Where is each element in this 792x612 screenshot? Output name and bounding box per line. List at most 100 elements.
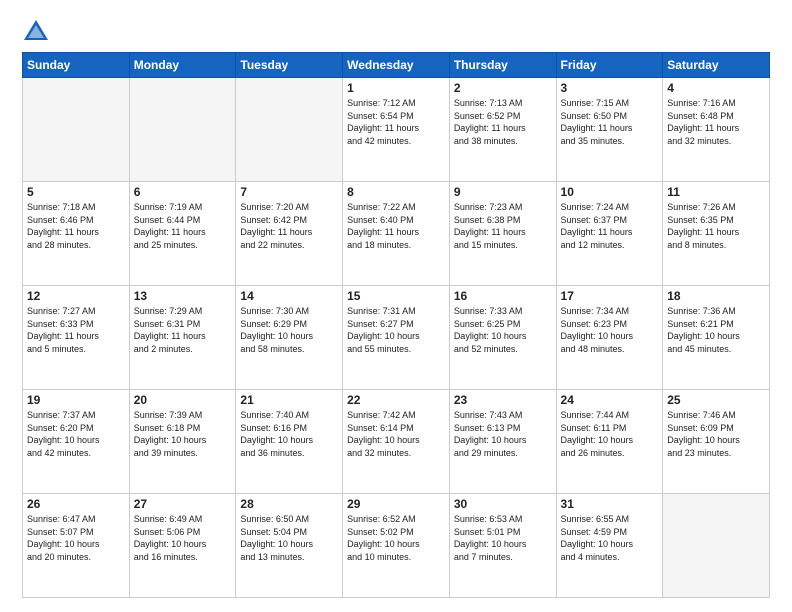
day-number: 20 <box>134 393 232 407</box>
day-number: 29 <box>347 497 445 511</box>
calendar-cell: 18 Sunrise: 7:36 AM Sunset: 6:21 PM Dayli… <box>663 286 770 390</box>
calendar-cell: 9Sunrise: 7:23 AM Sunset: 6:38 PM Daylig… <box>449 182 556 286</box>
calendar-cell: 11 Sunrise: 7:26 AM Sunset: 6:35 PM Dayli… <box>663 182 770 286</box>
page: SundayMondayTuesdayWednesdayThursdayFrid… <box>0 0 792 612</box>
calendar-cell: 3 Sunrise: 7:15 AM Sunset: 6:50 PM Daylig… <box>556 78 663 182</box>
day-number: 6 <box>134 185 232 199</box>
day-number: 5 <box>27 185 125 199</box>
day-number: 19 <box>27 393 125 407</box>
day-number: 26 <box>27 497 125 511</box>
calendar-cell: 1 Sunrise: 7:12 AM Sunset: 6:54 PM Daylig… <box>343 78 450 182</box>
day-info: Sunrise: 7:23 AM Sunset: 6:38 PM Dayligh… <box>454 201 552 251</box>
day-info: Sunrise: 7:15 AM Sunset: 6:50 PM Dayligh… <box>561 97 659 147</box>
calendar-header-monday: Monday <box>129 53 236 78</box>
day-number: 4 <box>667 81 765 95</box>
day-number: 15 <box>347 289 445 303</box>
calendar-cell: 16 Sunrise: 7:33 AM Sunset: 6:25 PM Dayli… <box>449 286 556 390</box>
day-number: 24 <box>561 393 659 407</box>
day-info: Sunrise: 6:50 AM Sunset: 5:04 PM Dayligh… <box>240 513 338 563</box>
day-number: 28 <box>240 497 338 511</box>
calendar-cell: 21 Sunrise: 7:40 AM Sunset: 6:16 PM Dayli… <box>236 390 343 494</box>
calendar-cell: 5Sunrise: 7:18 AM Sunset: 6:46 PM Daylig… <box>23 182 130 286</box>
calendar-cell: 27 Sunrise: 6:49 AM Sunset: 5:06 PM Dayli… <box>129 494 236 598</box>
day-info: Sunrise: 7:43 AM Sunset: 6:13 PM Dayligh… <box>454 409 552 459</box>
day-info: Sunrise: 7:33 AM Sunset: 6:25 PM Dayligh… <box>454 305 552 355</box>
day-info: Sunrise: 7:40 AM Sunset: 6:16 PM Dayligh… <box>240 409 338 459</box>
day-number: 17 <box>561 289 659 303</box>
calendar-cell: 10Sunrise: 7:24 AM Sunset: 6:37 PM Dayli… <box>556 182 663 286</box>
calendar-cell: 19 Sunrise: 7:37 AM Sunset: 6:20 PM Dayli… <box>23 390 130 494</box>
calendar-week-3: 12Sunrise: 7:27 AM Sunset: 6:33 PM Dayli… <box>23 286 770 390</box>
day-info: Sunrise: 7:39 AM Sunset: 6:18 PM Dayligh… <box>134 409 232 459</box>
calendar-cell: 31 Sunrise: 6:55 AM Sunset: 4:59 PM Dayli… <box>556 494 663 598</box>
day-number: 11 <box>667 185 765 199</box>
calendar-cell: 24 Sunrise: 7:44 AM Sunset: 6:11 PM Dayli… <box>556 390 663 494</box>
day-info: Sunrise: 7:19 AM Sunset: 6:44 PM Dayligh… <box>134 201 232 251</box>
calendar-header-tuesday: Tuesday <box>236 53 343 78</box>
logo-icon <box>22 18 50 46</box>
calendar-cell: 14 Sunrise: 7:30 AM Sunset: 6:29 PM Dayli… <box>236 286 343 390</box>
day-info: Sunrise: 6:49 AM Sunset: 5:06 PM Dayligh… <box>134 513 232 563</box>
day-info: Sunrise: 7:44 AM Sunset: 6:11 PM Dayligh… <box>561 409 659 459</box>
calendar-cell: 12Sunrise: 7:27 AM Sunset: 6:33 PM Dayli… <box>23 286 130 390</box>
day-number: 16 <box>454 289 552 303</box>
calendar-header-row: SundayMondayTuesdayWednesdayThursdayFrid… <box>23 53 770 78</box>
calendar-header-friday: Friday <box>556 53 663 78</box>
day-number: 14 <box>240 289 338 303</box>
day-number: 8 <box>347 185 445 199</box>
day-info: Sunrise: 7:20 AM Sunset: 6:42 PM Dayligh… <box>240 201 338 251</box>
day-number: 7 <box>240 185 338 199</box>
day-info: Sunrise: 6:55 AM Sunset: 4:59 PM Dayligh… <box>561 513 659 563</box>
day-info: Sunrise: 7:36 AM Sunset: 6:21 PM Dayligh… <box>667 305 765 355</box>
calendar-header-saturday: Saturday <box>663 53 770 78</box>
day-number: 22 <box>347 393 445 407</box>
day-info: Sunrise: 7:26 AM Sunset: 6:35 PM Dayligh… <box>667 201 765 251</box>
calendar-cell: 8 Sunrise: 7:22 AM Sunset: 6:40 PM Daylig… <box>343 182 450 286</box>
day-number: 10 <box>561 185 659 199</box>
day-info: Sunrise: 7:46 AM Sunset: 6:09 PM Dayligh… <box>667 409 765 459</box>
day-info: Sunrise: 7:30 AM Sunset: 6:29 PM Dayligh… <box>240 305 338 355</box>
day-info: Sunrise: 7:27 AM Sunset: 6:33 PM Dayligh… <box>27 305 125 355</box>
calendar-cell: 13 Sunrise: 7:29 AM Sunset: 6:31 PM Dayli… <box>129 286 236 390</box>
day-info: Sunrise: 7:42 AM Sunset: 6:14 PM Dayligh… <box>347 409 445 459</box>
day-info: Sunrise: 7:13 AM Sunset: 6:52 PM Dayligh… <box>454 97 552 147</box>
day-info: Sunrise: 6:52 AM Sunset: 5:02 PM Dayligh… <box>347 513 445 563</box>
calendar-cell: 4 Sunrise: 7:16 AM Sunset: 6:48 PM Daylig… <box>663 78 770 182</box>
calendar-header-thursday: Thursday <box>449 53 556 78</box>
calendar-cell: 17Sunrise: 7:34 AM Sunset: 6:23 PM Dayli… <box>556 286 663 390</box>
day-number: 3 <box>561 81 659 95</box>
calendar-header-wednesday: Wednesday <box>343 53 450 78</box>
day-number: 25 <box>667 393 765 407</box>
day-number: 31 <box>561 497 659 511</box>
day-info: Sunrise: 7:31 AM Sunset: 6:27 PM Dayligh… <box>347 305 445 355</box>
day-number: 21 <box>240 393 338 407</box>
logo <box>22 18 54 46</box>
day-info: Sunrise: 7:12 AM Sunset: 6:54 PM Dayligh… <box>347 97 445 147</box>
calendar-table: SundayMondayTuesdayWednesdayThursdayFrid… <box>22 52 770 598</box>
day-info: Sunrise: 7:37 AM Sunset: 6:20 PM Dayligh… <box>27 409 125 459</box>
day-number: 27 <box>134 497 232 511</box>
calendar-cell: 28 Sunrise: 6:50 AM Sunset: 5:04 PM Dayli… <box>236 494 343 598</box>
calendar-cell: 25 Sunrise: 7:46 AM Sunset: 6:09 PM Dayli… <box>663 390 770 494</box>
calendar-cell: 30Sunrise: 6:53 AM Sunset: 5:01 PM Dayli… <box>449 494 556 598</box>
day-info: Sunrise: 7:29 AM Sunset: 6:31 PM Dayligh… <box>134 305 232 355</box>
calendar-cell <box>236 78 343 182</box>
calendar-week-5: 26 Sunrise: 6:47 AM Sunset: 5:07 PM Dayli… <box>23 494 770 598</box>
calendar-cell <box>663 494 770 598</box>
day-number: 18 <box>667 289 765 303</box>
day-number: 13 <box>134 289 232 303</box>
calendar-week-1: 1 Sunrise: 7:12 AM Sunset: 6:54 PM Daylig… <box>23 78 770 182</box>
day-info: Sunrise: 6:47 AM Sunset: 5:07 PM Dayligh… <box>27 513 125 563</box>
day-info: Sunrise: 7:16 AM Sunset: 6:48 PM Dayligh… <box>667 97 765 147</box>
calendar-cell: 26 Sunrise: 6:47 AM Sunset: 5:07 PM Dayli… <box>23 494 130 598</box>
calendar-cell: 6 Sunrise: 7:19 AM Sunset: 6:44 PM Daylig… <box>129 182 236 286</box>
calendar-cell: 2 Sunrise: 7:13 AM Sunset: 6:52 PM Daylig… <box>449 78 556 182</box>
calendar-cell: 22 Sunrise: 7:42 AM Sunset: 6:14 PM Dayli… <box>343 390 450 494</box>
calendar-cell: 29 Sunrise: 6:52 AM Sunset: 5:02 PM Dayli… <box>343 494 450 598</box>
day-number: 1 <box>347 81 445 95</box>
calendar-week-4: 19 Sunrise: 7:37 AM Sunset: 6:20 PM Dayli… <box>23 390 770 494</box>
day-number: 2 <box>454 81 552 95</box>
day-number: 30 <box>454 497 552 511</box>
day-info: Sunrise: 7:22 AM Sunset: 6:40 PM Dayligh… <box>347 201 445 251</box>
calendar-cell: 23Sunrise: 7:43 AM Sunset: 6:13 PM Dayli… <box>449 390 556 494</box>
